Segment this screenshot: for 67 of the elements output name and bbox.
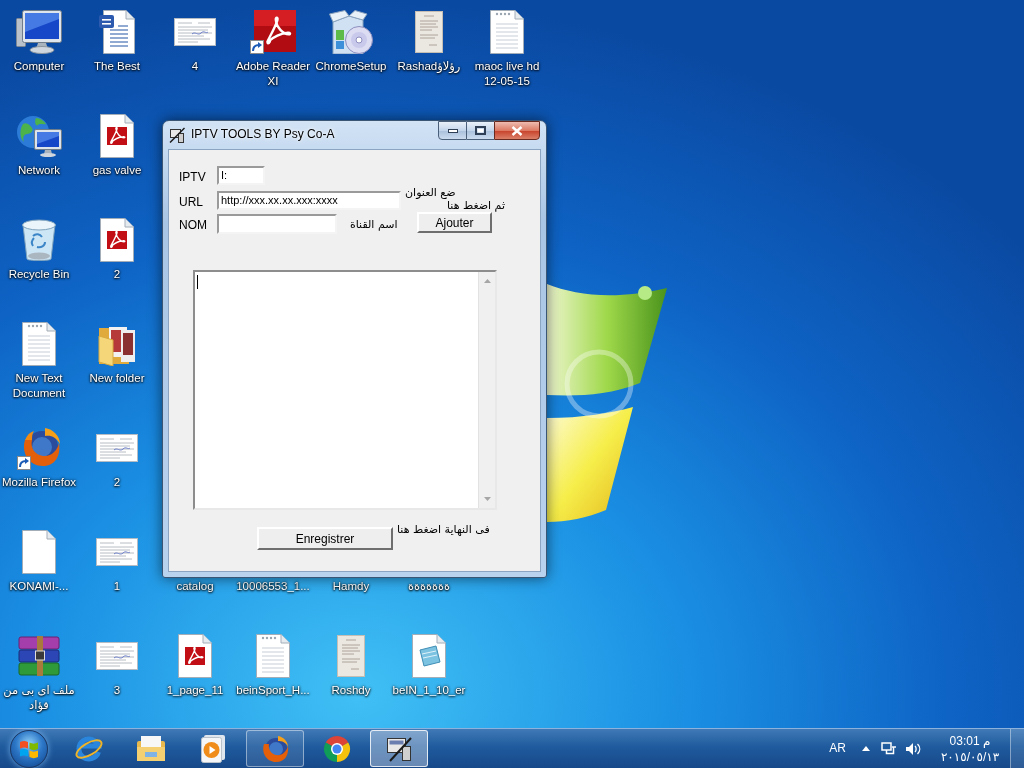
icon-label[interactable]: Recycle Bin (8, 267, 70, 282)
text-field[interactable]: I: (217, 166, 265, 185)
text-file-icon[interactable] (22, 322, 56, 366)
icon-label[interactable]: maoc live hd 12-05-15 (469, 59, 545, 89)
taskbar-button[interactable] (370, 730, 428, 767)
pdf-file-icon[interactable] (178, 634, 212, 678)
icon-label[interactable]: Computer (13, 59, 65, 74)
icon-label[interactable]: The Best (94, 59, 140, 74)
browser-icon (260, 733, 290, 764)
icon-label[interactable]: 2 (113, 475, 121, 490)
text-file-icon[interactable] (490, 10, 524, 54)
language-indicator[interactable]: AR (829, 741, 846, 756)
close-button[interactable] (494, 121, 540, 140)
field-label: NOM (179, 218, 207, 232)
add-button[interactable]: Ajouter (417, 212, 492, 233)
text-field[interactable] (217, 214, 337, 234)
icon-label[interactable]: Rashadرؤلاؤ (397, 59, 461, 74)
pdf-file-icon[interactable] (100, 218, 134, 262)
icon-label[interactable]: Mozilla Firefox (1, 475, 77, 490)
network-icon[interactable] (881, 740, 897, 757)
show-desktop-button[interactable] (1010, 729, 1024, 768)
maximize-button[interactable] (467, 121, 494, 140)
clock-time[interactable]: 03:01 م (949, 732, 991, 749)
app-icon (386, 735, 412, 762)
pdf-file-icon[interactable] (100, 114, 134, 158)
window-title: IPTV TOOLS BY Psy Co-A (191, 127, 335, 142)
minimize-icon (447, 128, 458, 133)
hint-text: ثم اضغط هنا (447, 199, 505, 212)
icon-label[interactable]: KONAMI-... (9, 579, 69, 594)
recycle-bin-icon[interactable] (21, 218, 57, 262)
icon-label[interactable]: 2 (113, 267, 121, 282)
notepad-file-icon[interactable] (412, 634, 446, 678)
play-icon[interactable] (200, 734, 226, 763)
icon-label[interactable]: Network (17, 163, 61, 178)
maximize-icon (475, 126, 486, 135)
document-icon[interactable] (99, 10, 135, 54)
browser-shortcut-icon[interactable] (17, 426, 61, 470)
text-field[interactable]: http://xxx.xx.xx.xxx:xxxx (217, 191, 401, 210)
folder-icon[interactable] (136, 734, 166, 763)
clock-date[interactable]: ٢٠١٥/٠٥/١٣ (940, 748, 1000, 765)
app-icon (169, 127, 185, 143)
archive-icon[interactable] (18, 636, 60, 676)
icon-label[interactable]: New folder (89, 371, 145, 386)
close-icon (511, 125, 523, 136)
browser-icon[interactable] (323, 734, 351, 763)
field-label: IPTV (179, 169, 206, 184)
start-button[interactable] (10, 729, 48, 768)
minimize-button[interactable] (438, 121, 467, 140)
installer-icon[interactable] (329, 10, 373, 54)
icon-label[interactable]: New Text Document (1, 371, 77, 401)
icon-label[interactable]: ChromeSetup (315, 59, 387, 74)
network-icon[interactable] (16, 115, 62, 157)
icon-label[interactable]: ملف اى بى من فؤاد (1, 683, 77, 713)
caret-up-icon[interactable] (862, 746, 870, 751)
icon-label[interactable]: Adobe Reader XI (235, 59, 311, 89)
icon-label[interactable]: gas valve (92, 163, 142, 178)
flag-icon (19, 738, 39, 759)
hint-text: اسم القناة (350, 217, 398, 231)
icon-label[interactable]: 4 (191, 59, 199, 74)
computer-icon[interactable] (16, 10, 62, 54)
pdf-shortcut-icon[interactable] (250, 10, 296, 54)
browser-icon[interactable] (74, 733, 104, 764)
field-label: URL (179, 194, 203, 209)
hint-text: فى النهاية اضغط هنا (397, 523, 490, 536)
blank-file-icon[interactable] (22, 530, 56, 574)
hint-text: ضع العنوان (405, 186, 456, 199)
save-button[interactable]: Enregistrer (257, 527, 393, 550)
